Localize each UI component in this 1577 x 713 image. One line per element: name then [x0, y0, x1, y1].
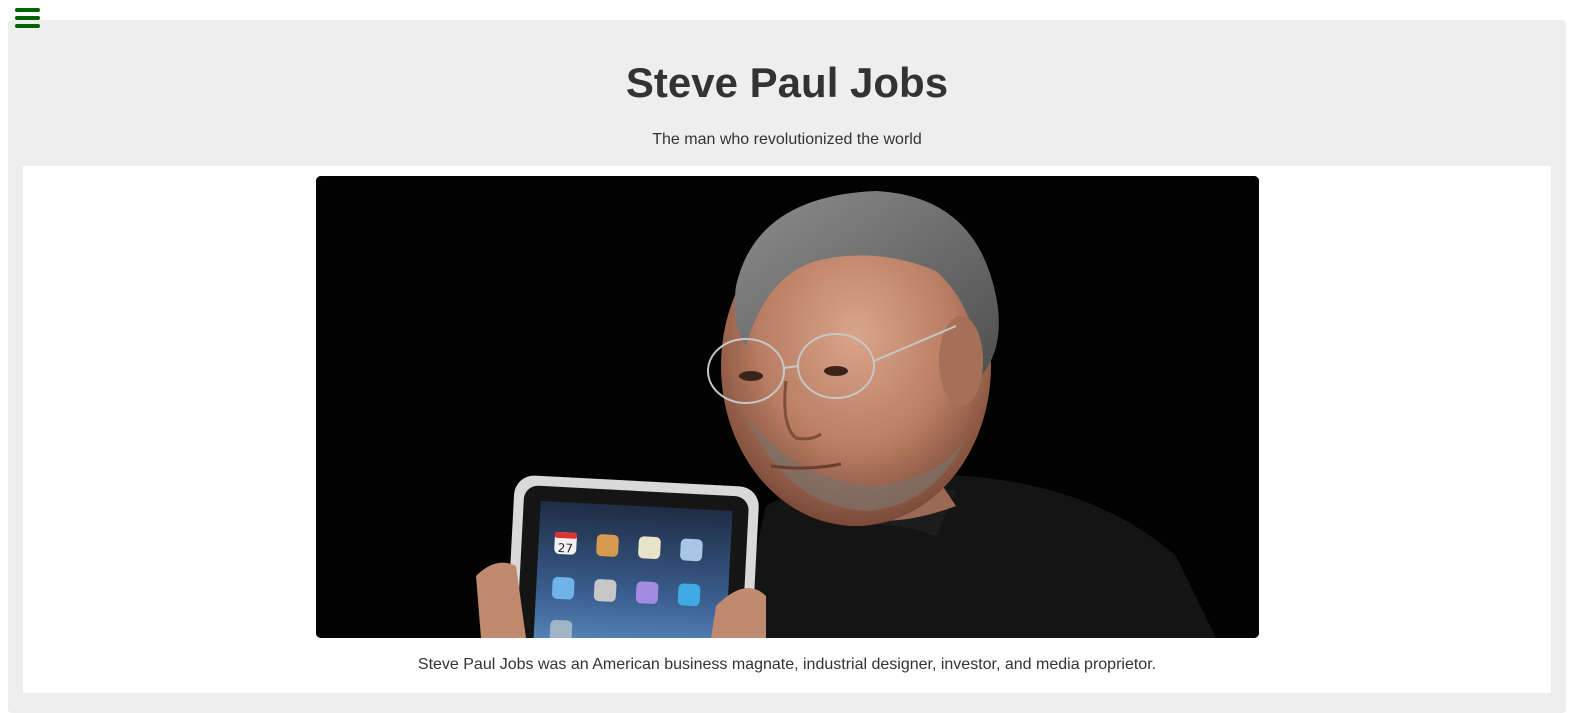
image-caption: Steve Paul Jobs was an American business… — [417, 656, 1157, 673]
portrait-illustration: 27 — [316, 176, 1259, 638]
page-subtitle: The man who revolutionized the world — [652, 131, 922, 148]
portrait-image: 27 — [316, 176, 1259, 638]
tablet-date-digits: 27 — [557, 541, 573, 556]
menu-bar — [15, 24, 40, 28]
page-title: Steve Paul Jobs — [625, 59, 949, 106]
hamburger-menu-icon[interactable] — [15, 8, 41, 30]
menu-bar — [15, 8, 40, 12]
menu-bar — [15, 16, 40, 20]
image-container: 27 Steve Paul Jobs was an American busin… — [23, 166, 1551, 693]
main-content: Steve Paul Jobs The man who revolutioniz… — [8, 20, 1566, 713]
